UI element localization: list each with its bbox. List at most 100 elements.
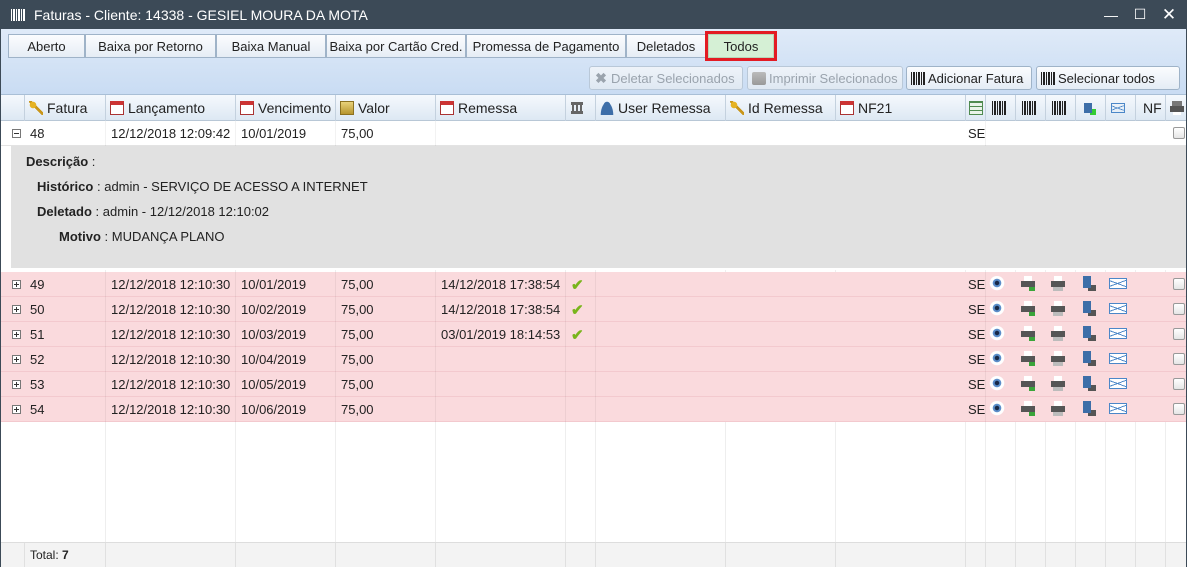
detail-historico: Histórico : admin - SERVIÇO DE ACESSO A … [37,179,368,194]
printer-icon[interactable] [1050,401,1066,416]
cell-vencimento: 10/02/2019 [236,297,336,322]
tab-baixa-por-retorno[interactable]: Baixa por Retorno [85,34,216,58]
row-checkbox[interactable] [1173,403,1185,415]
table-row[interactable]: 50 12/12/2018 12:10:30 10/02/2019 75,00 14/1… [1,297,1186,322]
grid-footer: Total: 7 [1,542,1186,567]
total-count: Total: 7 [30,548,69,562]
tab-baixa-manual[interactable]: Baixa Manual [216,34,326,58]
table-row[interactable]: 53 12/12/2018 12:10:30 10/05/2019 75,00 SE [1,372,1186,397]
printer-icon[interactable] [1050,351,1066,366]
print-boleto-icon[interactable] [1020,326,1036,341]
header-label: Valor [358,100,390,116]
print-boleto-icon[interactable] [1020,401,1036,416]
tab-promessa-pagamento[interactable]: Promessa de Pagamento [466,34,626,58]
view-icon[interactable] [989,326,1005,341]
document-icon[interactable] [1081,326,1097,341]
table-row[interactable]: 54 12/12/2018 12:10:30 10/06/2019 75,00 SE [1,397,1186,422]
minimize-button[interactable]: — [1096,0,1126,29]
header-bank[interactable] [566,95,596,121]
detail-label: Deletado [37,204,92,219]
email-icon[interactable] [1109,278,1127,289]
add-invoice-button[interactable]: Adicionar Fatura [906,66,1032,90]
header-email[interactable] [1106,95,1136,121]
expand-row-button[interactable] [12,280,21,289]
header-document[interactable] [1076,95,1106,121]
header-barcode-1[interactable] [986,95,1016,121]
maximize-button[interactable]: ☐ [1125,0,1155,29]
cell-remessa-ok: ✔ [566,272,596,297]
expand-row-button[interactable] [12,330,21,339]
document-icon[interactable] [1081,376,1097,391]
view-icon[interactable] [989,301,1005,316]
email-icon[interactable] [1109,303,1127,314]
document-icon[interactable] [1081,276,1097,291]
header-fatura[interactable]: Fatura [25,95,106,121]
header-remessa[interactable]: Remessa [436,95,566,121]
cell-remessa-ok: ✔ [566,322,596,347]
row-checkbox[interactable] [1173,278,1185,290]
table-row[interactable]: 52 12/12/2018 12:10:30 10/04/2019 75,00 SE [1,347,1186,372]
detail-separator: : [95,204,100,219]
document-icon[interactable] [1081,351,1097,366]
expand-row-button[interactable] [12,380,21,389]
tab-baixa-cartao[interactable]: Baixa por Cartão Cred. [326,34,466,58]
title-bar: Faturas - Cliente: 14338 - GESIEL MOURA … [1,0,1186,29]
header-barcode-3[interactable] [1046,95,1076,121]
view-icon[interactable] [989,401,1005,416]
expand-row-button[interactable] [12,405,21,414]
tab-todos[interactable]: Todos [705,31,777,61]
header-barcode-2[interactable] [1016,95,1046,121]
row-checkbox[interactable] [1173,127,1185,139]
printer-icon[interactable] [1050,326,1066,341]
email-icon[interactable] [1109,378,1127,389]
header-id-remessa[interactable]: Id Remessa [726,95,836,121]
printer-icon[interactable] [1050,376,1066,391]
table-row[interactable]: 51 12/12/2018 12:10:30 10/03/2019 75,00 03/0… [1,322,1186,347]
print-boleto-icon[interactable] [1020,351,1036,366]
tab-aberto[interactable]: Aberto [8,34,85,58]
view-icon[interactable] [989,376,1005,391]
print-boleto-icon[interactable] [1020,376,1036,391]
delete-selected-button[interactable]: ✖ Deletar Selecionados [589,66,743,90]
email-icon[interactable] [1109,353,1127,364]
print-boleto-icon[interactable] [1020,301,1036,316]
collapse-row-button[interactable] [12,129,21,138]
table-row[interactable]: 49 12/12/2018 12:10:30 10/01/2019 75,00 14/1… [1,272,1186,297]
printer-icon[interactable] [1050,301,1066,316]
cell-lancamento: 12/12/2018 12:10:30 [106,322,236,347]
printer-icon[interactable] [1050,276,1066,291]
expand-row-button[interactable] [12,355,21,364]
tab-deletados[interactable]: Deletados [626,34,706,58]
view-icon[interactable] [989,276,1005,291]
row-checkbox[interactable] [1173,378,1185,390]
email-icon[interactable] [1109,328,1127,339]
header-nf[interactable]: NF [1136,95,1166,121]
close-button[interactable]: ✕ [1154,0,1184,29]
header-print[interactable] [1166,95,1186,121]
expand-row-button[interactable] [12,305,21,314]
cell-lancamento: 12/12/2018 12:09:42 [106,121,236,146]
document-icon[interactable] [1081,301,1097,316]
row-checkbox[interactable] [1173,353,1185,365]
table-row[interactable]: 48 12/12/2018 12:09:42 10/01/2019 75,00 … [1,121,1186,146]
email-icon[interactable] [1109,403,1127,414]
print-boleto-icon[interactable] [1020,276,1036,291]
header-user-remessa[interactable]: User Remessa [596,95,726,121]
header-valor[interactable]: Valor [336,95,436,121]
print-selected-button[interactable]: Imprimir Selecionados [747,66,903,90]
calendar-icon [110,101,124,115]
cell-remessa: 14/12/2018 17:38:54 [436,297,566,322]
header-type[interactable] [966,95,986,121]
document-add-icon [1082,101,1096,115]
select-all-button[interactable]: Selecionar todos [1036,66,1180,90]
header-nf21[interactable]: NF21 [836,95,966,121]
cell-remessa [436,372,566,397]
row-checkbox[interactable] [1173,328,1185,340]
detail-separator: : [91,154,96,169]
detail-deletado: Deletado : admin - 12/12/2018 12:10:02 [37,204,269,219]
row-checkbox[interactable] [1173,303,1185,315]
header-vencimento[interactable]: Vencimento [236,95,336,121]
header-lancamento[interactable]: Lançamento [106,95,236,121]
view-icon[interactable] [989,351,1005,366]
document-icon[interactable] [1081,401,1097,416]
